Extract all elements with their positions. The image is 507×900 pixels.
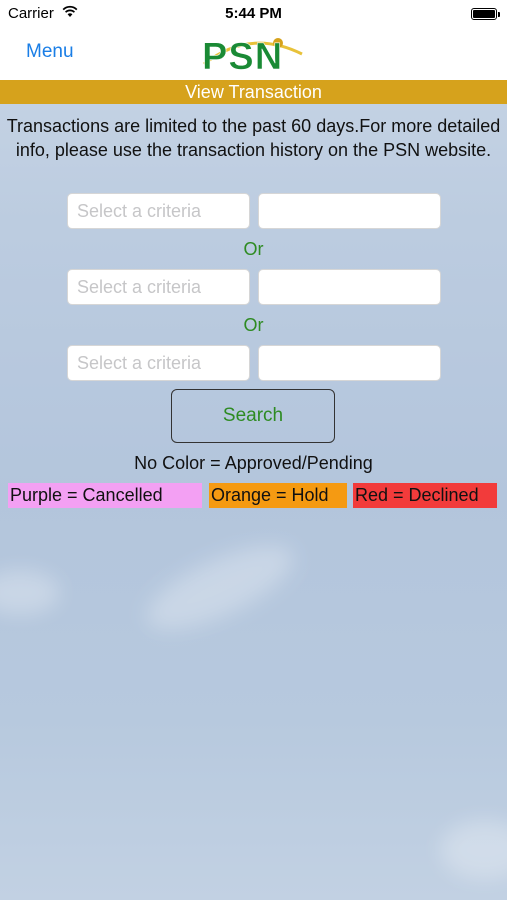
criteria-row: Select a criteria — [67, 269, 441, 305]
criteria-value-input[interactable] — [258, 269, 441, 305]
status-bar: Carrier 5:44 PM — [0, 0, 507, 28]
info-text: Transactions are limited to the past 60 … — [6, 116, 501, 160]
legend-hold: Orange = Hold — [209, 483, 347, 508]
criteria-value-input[interactable] — [258, 345, 441, 381]
cloud-decoration — [440, 820, 507, 880]
nav-bar: Menu PSN — [0, 28, 507, 80]
legend-cancelled: Purple = Cancelled — [8, 483, 202, 508]
clock-time: 5:44 PM — [225, 5, 282, 22]
criteria-select[interactable]: Select a criteria — [67, 193, 250, 229]
svg-text:PSN: PSN — [202, 36, 283, 72]
legend-approved: No Color = Approved/Pending — [134, 453, 373, 473]
psn-logo: PSN — [200, 34, 306, 78]
cloud-decoration — [135, 528, 305, 647]
criteria-value-input[interactable] — [258, 193, 441, 229]
cloud-decoration — [0, 570, 60, 615]
or-label: Or — [243, 315, 264, 335]
criteria-select[interactable]: Select a criteria — [67, 345, 250, 381]
search-button[interactable]: Search — [171, 389, 335, 443]
criteria-row: Select a criteria — [67, 193, 441, 229]
legend-declined: Red = Declined — [353, 483, 497, 508]
menu-button[interactable]: Menu — [26, 41, 74, 63]
or-label: Or — [243, 239, 264, 259]
battery-icon — [471, 8, 500, 20]
criteria-select[interactable]: Select a criteria — [67, 269, 250, 305]
page-title: View Transaction — [0, 80, 507, 104]
criteria-row: Select a criteria — [67, 345, 441, 381]
